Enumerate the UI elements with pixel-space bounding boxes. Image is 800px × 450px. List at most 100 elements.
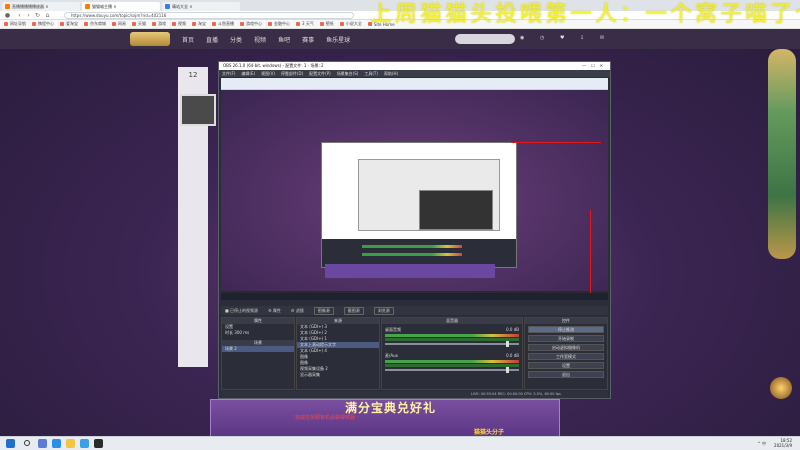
menu-edit[interactable]: 编辑(E) xyxy=(241,71,255,77)
tab-label: 晴站大全 × xyxy=(172,4,193,9)
bookmark-item[interactable]: 游戏 xyxy=(152,21,166,27)
properties-button[interactable]: ⚙ 属性 xyxy=(268,308,281,314)
bookmark-item[interactable]: 爱淘宝 xyxy=(60,21,78,27)
stop-streaming-button[interactable]: 停止推流 xyxy=(528,326,604,333)
overlay-banner-text: 上周猫猫头投喂第一人：一个窝子喵了个 xyxy=(370,2,800,27)
obs-app-icon[interactable] xyxy=(94,439,103,448)
volume-slider[interactable] xyxy=(385,367,519,373)
bookmark-item[interactable]: 网址导航 xyxy=(4,21,26,27)
site-search-input[interactable] xyxy=(455,34,515,44)
system-tray[interactable]: ^ 中 xyxy=(757,441,766,447)
mixer-track-name: 桌面音频 xyxy=(385,327,401,332)
filters-button[interactable]: ⚙ 滤镜 xyxy=(291,308,304,314)
nav-item[interactable]: 赛事 xyxy=(302,35,314,44)
mixer-track-db: 0.0 dB xyxy=(506,353,519,358)
rank-badge-icon[interactable] xyxy=(770,377,792,399)
audio-meter xyxy=(385,364,519,367)
controls-header: 控件 xyxy=(525,318,607,324)
exit-button[interactable]: 退出 xyxy=(528,371,604,378)
source-item[interactable]: 显示器采集 xyxy=(297,372,379,378)
history-icon[interactable]: ◷ xyxy=(540,35,544,41)
bookmark-item[interactable]: 金融中心 xyxy=(268,21,290,27)
menu-view[interactable]: 视图(V) xyxy=(261,71,275,77)
menu-docks[interactable]: 停靠部件(D) xyxy=(281,71,303,77)
obs-title-bar: OBS 26.1.0 (64-bit, windows) - 配置文件: 1 -… xyxy=(219,62,610,70)
mixer-track: 麦/Aux 0.0 dB xyxy=(385,353,519,373)
side-event-decoration[interactable] xyxy=(768,49,796,259)
preview-browser-chrome xyxy=(221,78,608,90)
nav-item[interactable]: 鱼乐星球 xyxy=(326,35,350,44)
edge-browser-icon[interactable] xyxy=(52,439,61,448)
bookmark-item[interactable]: 天猫 xyxy=(132,21,146,27)
bookmark-item[interactable]: 斗鱼直播 xyxy=(212,21,234,27)
file-explorer-icon[interactable] xyxy=(66,439,75,448)
controls-dock: 控件 停止推流 开始录制 启动虚拟摄像机 工作室模式 设置 退出 xyxy=(524,317,608,390)
download-icon[interactable]: ⇩ xyxy=(580,35,584,41)
tab-favicon-icon xyxy=(85,4,90,9)
browser-app-icon[interactable] xyxy=(80,439,89,448)
obs-title-text: OBS 26.1.0 (64-bit, windows) - 配置文件: 1 -… xyxy=(223,63,324,68)
property-row[interactable]: 时长 300 ms xyxy=(222,330,294,336)
volume-slider[interactable] xyxy=(385,341,519,347)
site-logo[interactable] xyxy=(130,32,170,46)
scene-item[interactable]: 场景 2 xyxy=(222,346,294,352)
image-source-button[interactable]: 图像源 xyxy=(313,306,334,315)
bookmark-item[interactable]: 淘宝 xyxy=(192,21,206,27)
forward-icon[interactable]: › xyxy=(25,12,32,19)
user-icon[interactable]: ◉ xyxy=(520,35,524,41)
browser-tab[interactable]: 直播播播播播放器 × xyxy=(2,2,80,11)
taskbar-clock[interactable]: 18:52 2021/3/9 xyxy=(774,438,792,448)
bookmark-item[interactable]: 游戏中心 xyxy=(240,21,262,27)
menu-scene-collection[interactable]: 场景集合(S) xyxy=(337,71,359,77)
tab-favicon-icon xyxy=(165,4,170,9)
bookmark-item[interactable]: 京东商城 xyxy=(84,21,106,27)
nav-item[interactable]: 直播 xyxy=(206,35,218,44)
nav-item[interactable]: 分类 xyxy=(230,35,242,44)
bookmark-item[interactable]: 小说大全 xyxy=(339,21,362,27)
menu-file[interactable]: 文件(F) xyxy=(222,71,235,77)
studio-mode-button[interactable]: 工作室模式 xyxy=(528,353,604,360)
browser-tab[interactable]: 晴站大全 × xyxy=(162,2,240,11)
sources-dock: 来源 文本 (GDI+) 3 文本 (GDI+) 2 文本 (GDI+) 1 文… xyxy=(296,317,380,390)
obs-preview[interactable] xyxy=(221,78,608,293)
menu-tools[interactable]: 工具(T) xyxy=(364,71,378,77)
gift-banner-subtitle: 完成任务即有机会获得奖励 xyxy=(295,415,356,421)
tab-favicon-icon xyxy=(5,4,10,9)
url-input[interactable]: https://www.douyu.com/topic/sxjm?rid=402… xyxy=(64,12,354,19)
refresh-icon[interactable]: ↻ xyxy=(34,12,41,19)
settings-button[interactable]: 设置 xyxy=(528,362,604,369)
windows-start-icon[interactable] xyxy=(6,439,15,448)
browser-logo-icon: ● xyxy=(4,12,11,19)
nav-item[interactable]: 首页 xyxy=(182,35,194,44)
mixer-header: 混音器 xyxy=(382,318,522,324)
virtual-camera-button[interactable]: 启动虚拟摄像机 xyxy=(528,344,604,351)
bookmark-item[interactable]: 壁纸 xyxy=(319,21,334,27)
message-icon[interactable]: ✉ xyxy=(600,35,604,41)
screenshot-source-button[interactable]: 截图源 xyxy=(343,306,364,315)
nav-item[interactable]: 视频 xyxy=(254,35,266,44)
task-view-icon[interactable] xyxy=(38,439,47,448)
browser-source-button[interactable]: 浏览源 xyxy=(373,306,394,315)
browser-tab-active[interactable]: 猫猫喵主播 × xyxy=(82,2,160,11)
bookmark-item[interactable]: 携程中心 xyxy=(32,21,54,27)
window-controls[interactable]: —☐✕ xyxy=(582,62,608,70)
preview-red-outline xyxy=(321,210,591,293)
mixer-dock: 混音器 桌面音频 0.0 dB 麦/Aux 0.0 dB xyxy=(381,317,523,390)
follow-icon[interactable]: ♥ xyxy=(560,35,564,41)
mixer-track-name: 麦/Aux xyxy=(385,353,398,358)
preview-site xyxy=(221,90,608,293)
streamer-avatar[interactable] xyxy=(180,94,216,126)
start-recording-button[interactable]: 开始录制 xyxy=(528,335,604,342)
bookmark-item[interactable]: 网易 xyxy=(112,21,126,27)
menu-help[interactable]: 帮助(H) xyxy=(384,71,398,77)
preview-taskbar xyxy=(221,293,608,300)
menu-profile[interactable]: 配置文件(P) xyxy=(309,71,331,77)
search-icon[interactable] xyxy=(24,440,30,446)
bookmark-item[interactable]: 视频 xyxy=(172,21,186,27)
bookmark-item[interactable]: 3 天气 xyxy=(296,21,314,27)
back-icon[interactable]: ‹ xyxy=(16,12,23,19)
home-icon[interactable]: ⌂ xyxy=(44,12,51,19)
nav-item[interactable]: 鱼吧 xyxy=(278,35,290,44)
mixer-track-db: 0.0 dB xyxy=(506,327,519,332)
audio-meter xyxy=(385,334,519,337)
